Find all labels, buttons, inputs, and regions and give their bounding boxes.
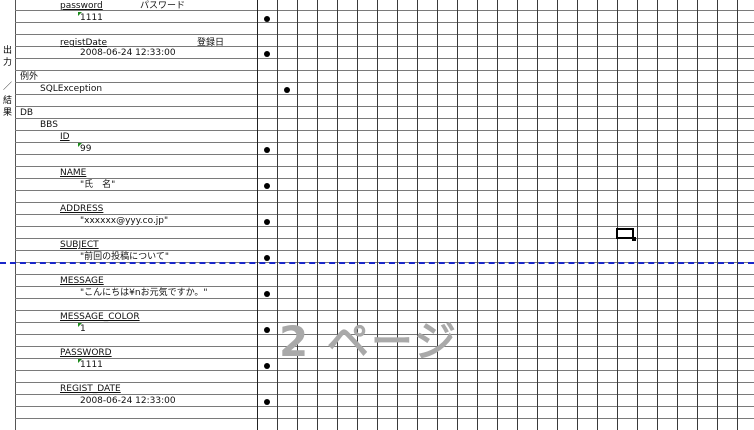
r-message-val: "こんにちは¥nお元気ですか。" <box>80 288 208 298</box>
r-address: ADDRESS <box>60 204 104 214</box>
side-label-char: 出 <box>2 46 12 56</box>
column-line <box>717 0 718 430</box>
row-line <box>15 142 754 143</box>
row-line <box>15 418 754 419</box>
row-line <box>15 190 754 191</box>
row-line <box>15 286 754 287</box>
r-regist-val: 2008-06-24 12:33:00 <box>80 48 176 58</box>
row-line <box>15 382 754 383</box>
row-line <box>15 274 754 275</box>
row-line <box>15 166 754 167</box>
r-password-val: 1111 <box>80 13 103 23</box>
side-label-char: 結 <box>2 96 12 106</box>
r-id: ID <box>60 132 70 142</box>
r-address-val: "xxxxxx@yyy.co.jp" <box>80 216 169 226</box>
r-pw2-val: 1111 <box>80 360 103 370</box>
comment-indicator-icon <box>78 323 82 327</box>
r-password-label: password <box>60 1 103 11</box>
row-line <box>15 394 754 395</box>
column-line <box>657 0 658 430</box>
row-line <box>15 130 754 131</box>
row-line <box>15 238 754 239</box>
r-regdate-val: 2008-06-24 12:33:00 <box>80 396 176 406</box>
side-label-char: 果 <box>2 108 12 118</box>
check-mark-dot <box>264 255 270 261</box>
check-mark-dot <box>284 87 290 93</box>
r-name-val: "氏 名" <box>80 180 116 190</box>
r-message: MESSAGE <box>60 276 104 286</box>
fill-handle[interactable] <box>632 237 636 241</box>
row-line <box>15 154 754 155</box>
r-exception: 例外 <box>20 72 39 82</box>
row-line <box>15 370 754 371</box>
row-line <box>15 70 754 71</box>
column-line <box>557 0 558 430</box>
side-label-char: ／ <box>2 82 12 92</box>
check-mark-dot <box>264 291 270 297</box>
column-line <box>537 0 538 430</box>
column-line <box>577 0 578 430</box>
row-line <box>15 34 754 35</box>
check-mark-dot <box>264 219 270 225</box>
comment-indicator-icon <box>78 143 82 147</box>
check-mark-dot <box>264 363 270 369</box>
comment-indicator-icon <box>78 12 82 16</box>
row-line <box>15 250 754 251</box>
column-line <box>277 0 278 430</box>
r-msgcolor: MESSAGE_COLOR <box>60 312 140 322</box>
column-line <box>737 0 738 430</box>
check-mark-dot <box>264 147 270 153</box>
row-line <box>15 178 754 179</box>
check-mark-dot <box>264 16 270 22</box>
row-line <box>15 22 754 23</box>
spreadsheet-grid[interactable]: 出力／結果 password パスワード 1111 registDate 登録日 2008… <box>0 0 754 430</box>
row-line <box>15 94 754 95</box>
check-mark-dot <box>264 399 270 405</box>
row-line <box>15 106 754 107</box>
r-regdate: REGIST_DATE <box>60 384 121 394</box>
column-line <box>517 0 518 430</box>
r-password-jp: パスワード <box>140 1 186 11</box>
side-label-char: 力 <box>2 58 12 68</box>
r-subject: SUBJECT <box>60 240 99 250</box>
r-db: DB <box>20 108 34 118</box>
row-line <box>15 46 754 47</box>
page-number-watermark: 2 ページ <box>279 317 459 366</box>
column-line <box>597 0 598 430</box>
r-sqlexception: SQLException <box>40 84 103 94</box>
column-line <box>497 0 498 430</box>
row-line <box>15 202 754 203</box>
row-line <box>15 214 754 215</box>
column-line <box>637 0 638 430</box>
row-line <box>15 10 754 11</box>
check-mark-dot <box>264 51 270 57</box>
check-mark-dot <box>264 327 270 333</box>
r-regist-jp: 登録日 <box>197 38 225 48</box>
check-mark-dot <box>264 183 270 189</box>
r-pw2: PASSWORD <box>60 348 112 358</box>
column-line <box>617 0 618 430</box>
comment-indicator-icon <box>78 359 82 363</box>
row-line <box>15 118 754 119</box>
column-line <box>697 0 698 430</box>
column-line <box>477 0 478 430</box>
column-line <box>257 0 258 430</box>
sheet-left-border <box>15 0 16 430</box>
column-line <box>677 0 678 430</box>
r-bbs: BBS <box>40 120 58 130</box>
page-break-line <box>0 262 754 264</box>
r-name: NAME <box>60 168 87 178</box>
row-line <box>15 82 754 83</box>
